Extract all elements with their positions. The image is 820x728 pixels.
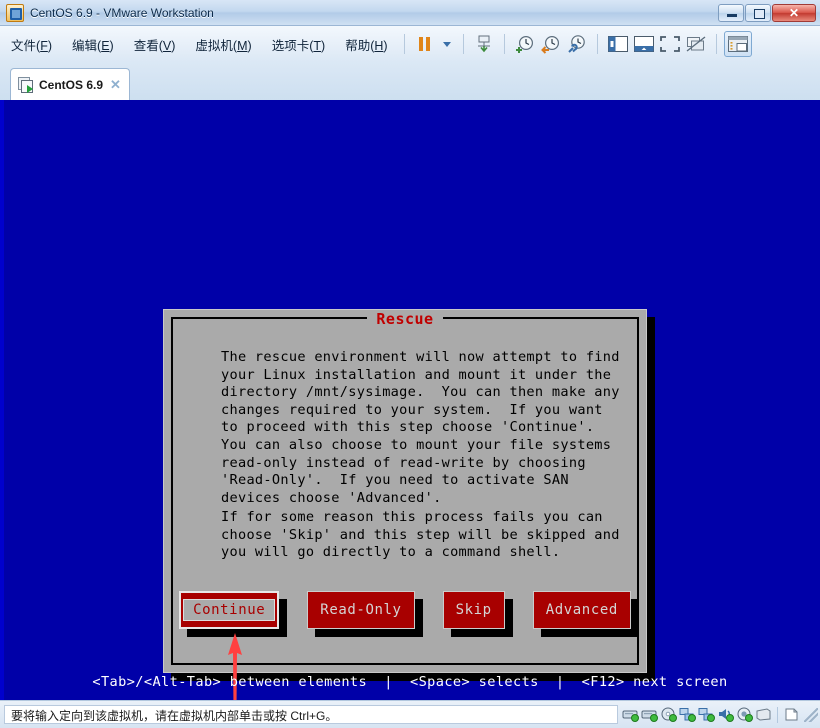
usb-device-icon[interactable]: [783, 707, 800, 722]
vmware-app-icon: [6, 3, 24, 22]
send-ctrl-alt-del-icon[interactable]: [471, 32, 497, 56]
toolbar-separator: [503, 34, 505, 54]
vm-tab-icon: [18, 77, 33, 93]
read-only-button-wrap: Read-Only: [307, 591, 423, 637]
toolbar-separator: [462, 34, 464, 54]
window-title: CentOS 6.9 - VMware Workstation: [30, 5, 214, 20]
fullscreen-icon[interactable]: [657, 32, 683, 56]
dialog-button-row: Continue Read-Only Skip Advanced: [173, 591, 639, 637]
snapshot-revert-icon[interactable]: [538, 32, 564, 56]
screen-left-edge: [0, 100, 4, 700]
tab-label: CentOS 6.9: [39, 77, 104, 92]
library-toggle-icon[interactable]: [723, 31, 752, 57]
toolbar-separator: [596, 34, 598, 54]
webcam-icon[interactable]: [736, 707, 753, 722]
chevron-down-icon[interactable]: [438, 32, 456, 56]
close-icon: ✕: [788, 5, 800, 20]
network-adapter-icon[interactable]: [679, 707, 696, 722]
status-message: 要将输入定向到该虚拟机，请在虚拟机内部单击或按 Ctrl+G。: [4, 705, 618, 724]
advanced-button[interactable]: Advanced: [532, 591, 631, 629]
snapshot-take-icon[interactable]: [512, 32, 538, 56]
resize-grip[interactable]: [804, 707, 818, 722]
skip-button-label: Skip: [455, 602, 492, 618]
continue-button-label: Continue: [183, 599, 276, 621]
advanced-button-wrap: Advanced: [532, 591, 639, 637]
hard-disk-icon[interactable]: [622, 707, 639, 722]
device-status-icons: [622, 706, 800, 723]
read-only-button-label: Read-Only: [320, 602, 402, 618]
read-only-button[interactable]: Read-Only: [307, 591, 415, 629]
close-button[interactable]: ✕: [772, 3, 816, 22]
continue-button-wrap: Continue: [179, 591, 288, 637]
skip-button-wrap: Skip: [442, 591, 513, 637]
status-separator: [777, 706, 778, 723]
restore-button[interactable]: [745, 3, 771, 22]
advanced-button-label: Advanced: [545, 602, 618, 618]
dialog-title-bar: Rescue: [173, 310, 637, 338]
show-console-view-icon[interactable]: [631, 32, 657, 56]
hard-disk-icon[interactable]: [641, 707, 658, 722]
suspend-icon[interactable]: [412, 32, 438, 56]
toolbar-separator: [403, 34, 405, 54]
vmware-workstation-window: CentOS 6.9 - VMware Workstation ✕ 文件(F) …: [0, 0, 820, 728]
network-adapter-icon[interactable]: [698, 707, 715, 722]
menu-tabs[interactable]: 选项卡(T): [263, 32, 335, 57]
toolbar-separator: [715, 34, 717, 54]
unity-mode-icon[interactable]: [683, 32, 709, 56]
menu-toolbar: 文件(F) 编辑(E) 查看(V) 虚拟机(M) 选项卡(T) 帮助(H): [0, 26, 820, 62]
continue-button[interactable]: Continue: [179, 591, 280, 629]
menu-edit[interactable]: 编辑(E): [63, 32, 123, 57]
snapshot-manager-icon[interactable]: [564, 32, 590, 56]
vm-console-screen[interactable]: Rescue The rescue environment will now a…: [0, 100, 820, 700]
show-sidebar-icon[interactable]: [605, 32, 631, 56]
minimize-button[interactable]: [718, 3, 744, 22]
menu-vm[interactable]: 虚拟机(M): [186, 32, 260, 57]
menu-file[interactable]: 文件(F): [2, 32, 61, 57]
skip-button[interactable]: Skip: [442, 591, 505, 629]
dialog-title: Rescue: [367, 310, 443, 328]
cd-dvd-icon[interactable]: [660, 707, 677, 722]
sound-card-icon[interactable]: [717, 707, 734, 722]
window-titlebar: CentOS 6.9 - VMware Workstation ✕: [0, 0, 820, 26]
window-controls: ✕: [717, 3, 816, 22]
rescue-dialog: Rescue The rescue environment will now a…: [163, 309, 647, 673]
vm-help-line: <Tab>/<Alt-Tab> between elements | <Spac…: [92, 674, 728, 690]
dialog-paragraph-1: The rescue environment will now attempt …: [221, 349, 620, 506]
dialog-paragraph-2: If for some reason this process fails yo…: [221, 509, 620, 561]
status-bar: 要将输入定向到该虚拟机，请在虚拟机内部单击或按 Ctrl+G。: [0, 700, 820, 728]
printer-icon[interactable]: [755, 707, 772, 722]
tab-strip: CentOS 6.9 ✕: [0, 62, 820, 100]
tab-centos-69[interactable]: CentOS 6.9 ✕: [10, 68, 130, 100]
menu-help[interactable]: 帮助(H): [336, 32, 396, 57]
dialog-inner-frame: Rescue The rescue environment will now a…: [171, 310, 639, 665]
tab-close-icon[interactable]: ✕: [110, 77, 121, 93]
menu-view[interactable]: 查看(V): [125, 32, 185, 57]
